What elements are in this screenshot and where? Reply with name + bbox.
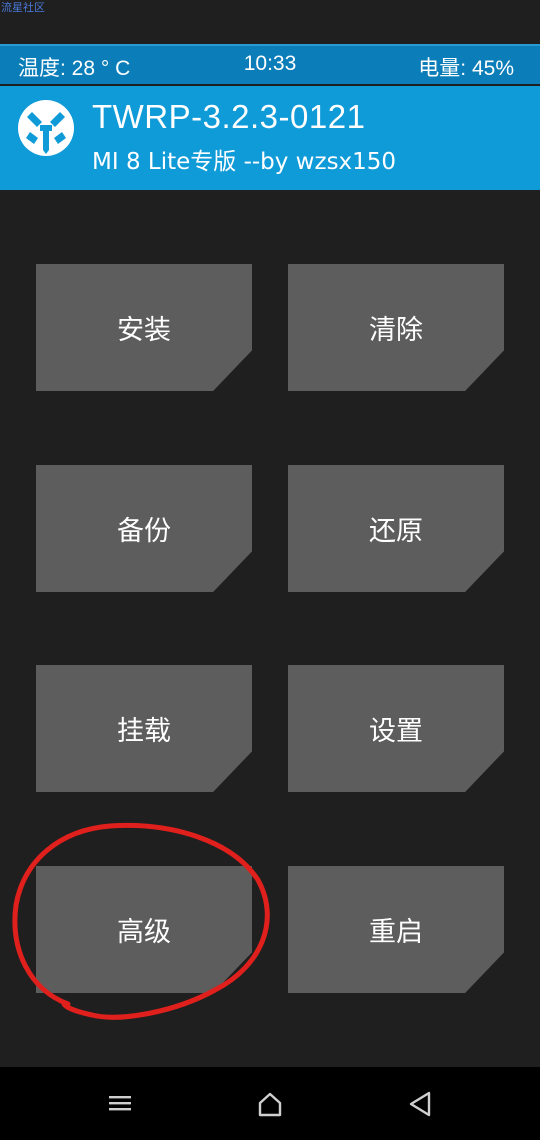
watermark-text: 流星社区 [1, 1, 45, 14]
home-icon[interactable] [255, 1089, 285, 1119]
navigation-bar [0, 1067, 540, 1140]
app-title: TWRP-3.2.3-0121 [92, 98, 366, 135]
menu-icon[interactable] [105, 1089, 135, 1119]
reboot-button[interactable]: 重启 [288, 866, 504, 993]
wipe-button[interactable]: 清除 [288, 264, 504, 391]
mount-button[interactable]: 挂载 [36, 665, 252, 792]
app-subtitle: MI 8 Lite专版 --by wzsx150 [92, 149, 397, 175]
install-button[interactable]: 安装 [36, 264, 252, 391]
backup-button[interactable]: 备份 [36, 465, 252, 592]
status-bar: 温度: 28 ° C 10:33 电量: 45% [0, 44, 540, 84]
back-icon[interactable] [405, 1089, 435, 1119]
twrp-logo-icon [18, 100, 74, 156]
restore-button[interactable]: 还原 [288, 465, 504, 592]
advanced-button[interactable]: 高级 [36, 866, 252, 993]
top-spacer [0, 0, 540, 44]
battery-readout: 电量: 45% [418, 57, 514, 80]
app-header: TWRP-3.2.3-0121 MI 8 Lite专版 --by wzsx150 [0, 86, 540, 190]
settings-button[interactable]: 设置 [288, 665, 504, 792]
